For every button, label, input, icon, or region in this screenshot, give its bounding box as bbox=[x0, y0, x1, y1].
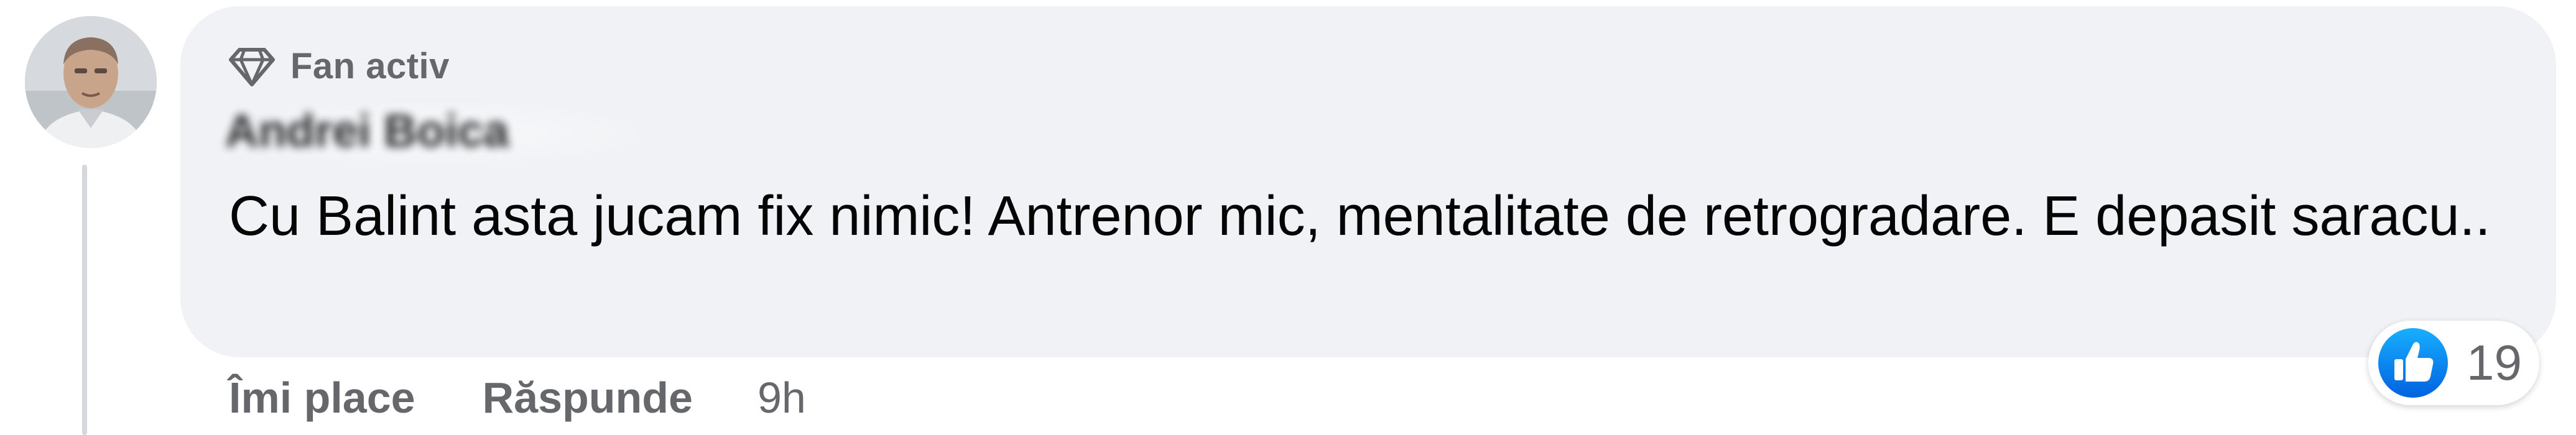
like-button[interactable]: Îmi place bbox=[229, 373, 415, 423]
avatar[interactable] bbox=[25, 16, 157, 148]
comment-actions: Îmi place Răspunde 9h bbox=[229, 368, 806, 428]
reaction-count: 19 bbox=[2467, 335, 2522, 390]
timestamp[interactable]: 9h bbox=[758, 373, 806, 423]
reply-thread-line bbox=[82, 165, 87, 435]
badge-label: Fan activ bbox=[290, 45, 450, 86]
diamond-icon bbox=[227, 41, 277, 91]
fan-badge[interactable]: Fan activ bbox=[227, 41, 450, 91]
author-name[interactable]: Andrei Boica bbox=[225, 104, 509, 157]
like-thumb-icon bbox=[2377, 327, 2449, 399]
comment-text: Cu Balint asta jucam fix nimic! Antrenor… bbox=[229, 185, 2491, 247]
reactions-summary[interactable]: 19 bbox=[2368, 321, 2539, 405]
reply-button[interactable]: Răspunde bbox=[483, 373, 693, 423]
